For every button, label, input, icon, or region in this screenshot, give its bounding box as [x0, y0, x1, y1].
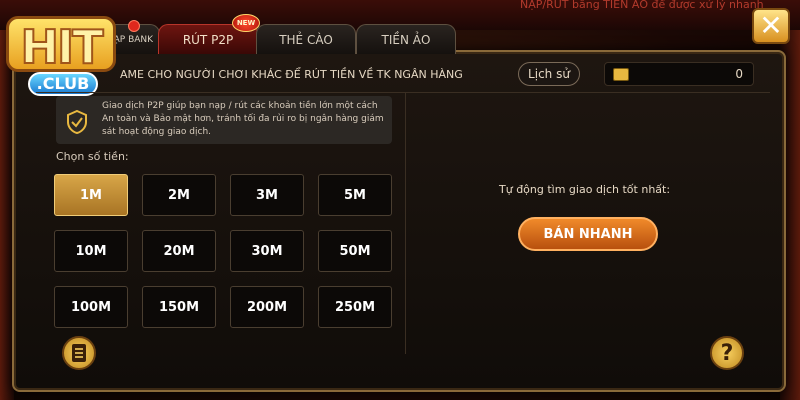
amount-text: 20M [163, 243, 195, 259]
help-button[interactable]: ? [710, 336, 744, 370]
divider-horizontal [36, 92, 770, 93]
close-button[interactable]: ✕ [752, 8, 790, 44]
divider-vertical [405, 92, 406, 354]
amount-option-250m[interactable]: 250M [318, 286, 392, 328]
amount-option-10m[interactable]: 10M [54, 230, 128, 272]
shield-icon [67, 110, 87, 134]
new-badge: NEW [232, 14, 260, 32]
amount-text: 3M [256, 187, 278, 203]
amount-option-30m[interactable]: 30M [230, 230, 304, 272]
game-screen: NẠP/RÚT bằng TIỀN ẢO để được xử lý nhanh… [0, 0, 800, 400]
amount-option-50m[interactable]: 50M [318, 230, 392, 272]
tab-the-cao[interactable]: THẺ CÀO [256, 24, 356, 54]
close-icon: ✕ [759, 9, 783, 42]
amount-text: 10M [75, 243, 107, 259]
amount-option-3m[interactable]: 3M [230, 174, 304, 216]
background-promo-text: NẠP/RÚT bằng TIỀN ẢO để được xử lý nhanh [520, 0, 764, 11]
amount-label: Chọn số tiền: [56, 150, 129, 163]
hit-club-logo: HIT .CLUB [6, 8, 116, 108]
info-note-text: Giao dịch P2P giúp bạn nạp / rút các kho… [102, 101, 384, 137]
amount-text: 5M [344, 187, 366, 203]
amount-text: 200M [246, 299, 288, 315]
quick-sell-button[interactable]: BÁN NHANH [518, 217, 658, 251]
notification-dot [128, 20, 140, 32]
amount-option-150m[interactable]: 150M [142, 286, 216, 328]
amount-option-2m[interactable]: 2M [142, 174, 216, 216]
amount-text: 50M [339, 243, 371, 259]
balance-value: 0 [735, 67, 743, 81]
history-label: Lịch sử [528, 67, 570, 81]
tab-tien-ao[interactable]: TIỀN ẢO [356, 24, 456, 54]
amount-text: 2M [168, 187, 190, 203]
amount-text: 250M [334, 299, 376, 315]
amount-text: 100M [70, 299, 112, 315]
balance-display: 0 [604, 62, 754, 86]
info-note: Giao dịch P2P giúp bạn nạp / rút các kho… [56, 96, 392, 144]
auto-match-label: Tự động tìm giao dịch tốt nhất: [499, 183, 671, 196]
header-title: AME CHO NGƯỜI CHƠI KHÁC ĐỂ RÚT TIỀN VỀ T… [120, 68, 463, 81]
question-icon: ? [720, 340, 734, 366]
tab-label: RÚT P2P [182, 32, 234, 47]
history-button[interactable]: Lịch sử [518, 62, 580, 86]
amount-option-20m[interactable]: 20M [142, 230, 216, 272]
tab-label: THẺ CÀO [279, 32, 333, 47]
amount-option-200m[interactable]: 200M [230, 286, 304, 328]
amount-option-100m[interactable]: 100M [54, 286, 128, 328]
amount-option-1m[interactable]: 1M [54, 174, 128, 216]
wallet-icon [613, 68, 629, 81]
document-icon [72, 344, 86, 362]
amount-text: 1M [80, 187, 102, 203]
guide-button[interactable] [62, 336, 96, 370]
amount-text: 30M [251, 243, 283, 259]
quick-sell-label: BÁN NHANH [543, 226, 633, 242]
amount-text: 150M [158, 299, 200, 315]
logo-hit-text: HIT [6, 16, 116, 75]
tab-label: TIỀN ẢO [381, 32, 431, 47]
amount-option-5m[interactable]: 5M [318, 174, 392, 216]
